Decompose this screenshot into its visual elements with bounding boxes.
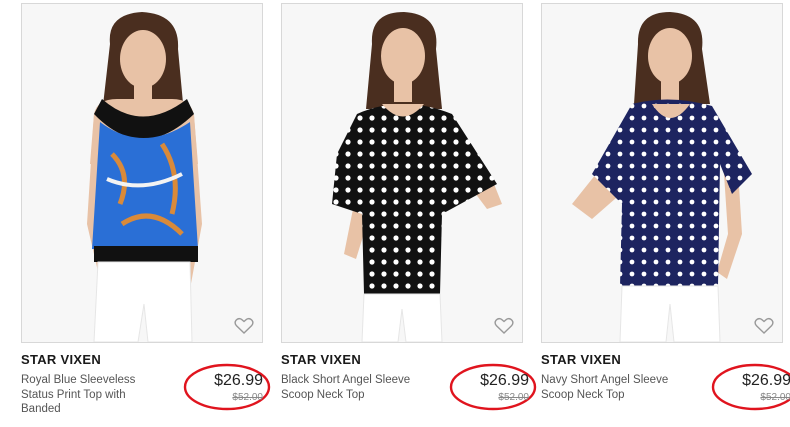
original-price: $52.00 [498, 392, 529, 403]
product-brand[interactable]: STAR VIXEN [541, 352, 621, 367]
product-image[interactable] [281, 3, 523, 343]
sale-price: $26.99 [480, 372, 529, 389]
product-image[interactable] [21, 3, 263, 343]
favorite-heart-icon[interactable] [494, 317, 514, 335]
product-card[interactable]: STAR VIXEN Navy Short Angel Sleeve Scoop… [541, 3, 790, 423]
favorite-heart-icon[interactable] [754, 317, 774, 335]
product-title[interactable]: Black Short Angel Sleeve Scoop Neck Top [281, 373, 419, 402]
product-grid: STAR VIXEN Royal Blue Sleeveless Status … [0, 0, 790, 427]
product-brand[interactable]: STAR VIXEN [21, 352, 101, 367]
sale-price: $26.99 [214, 372, 263, 389]
product-card[interactable]: STAR VIXEN Royal Blue Sleeveless Status … [21, 3, 271, 423]
favorite-heart-icon[interactable] [234, 317, 254, 335]
product-image[interactable] [541, 3, 783, 343]
price-block: $26.99 $52.00 [449, 363, 537, 411]
model-photo [282, 4, 522, 342]
price-block: $26.99 $52.00 [711, 363, 790, 411]
model-photo [22, 4, 262, 342]
product-card[interactable]: STAR VIXEN Black Short Angel Sleeve Scoo… [281, 3, 537, 423]
original-price: $52.00 [232, 392, 263, 403]
price-block: $26.99 $52.00 [183, 363, 271, 411]
model-photo [542, 4, 782, 342]
sale-price: $26.99 [742, 372, 790, 389]
original-price: $52.00 [760, 392, 790, 403]
product-brand[interactable]: STAR VIXEN [281, 352, 361, 367]
product-title[interactable]: Navy Short Angel Sleeve Scoop Neck Top [541, 373, 679, 402]
product-title[interactable]: Royal Blue Sleeveless Status Print Top w… [21, 373, 159, 417]
